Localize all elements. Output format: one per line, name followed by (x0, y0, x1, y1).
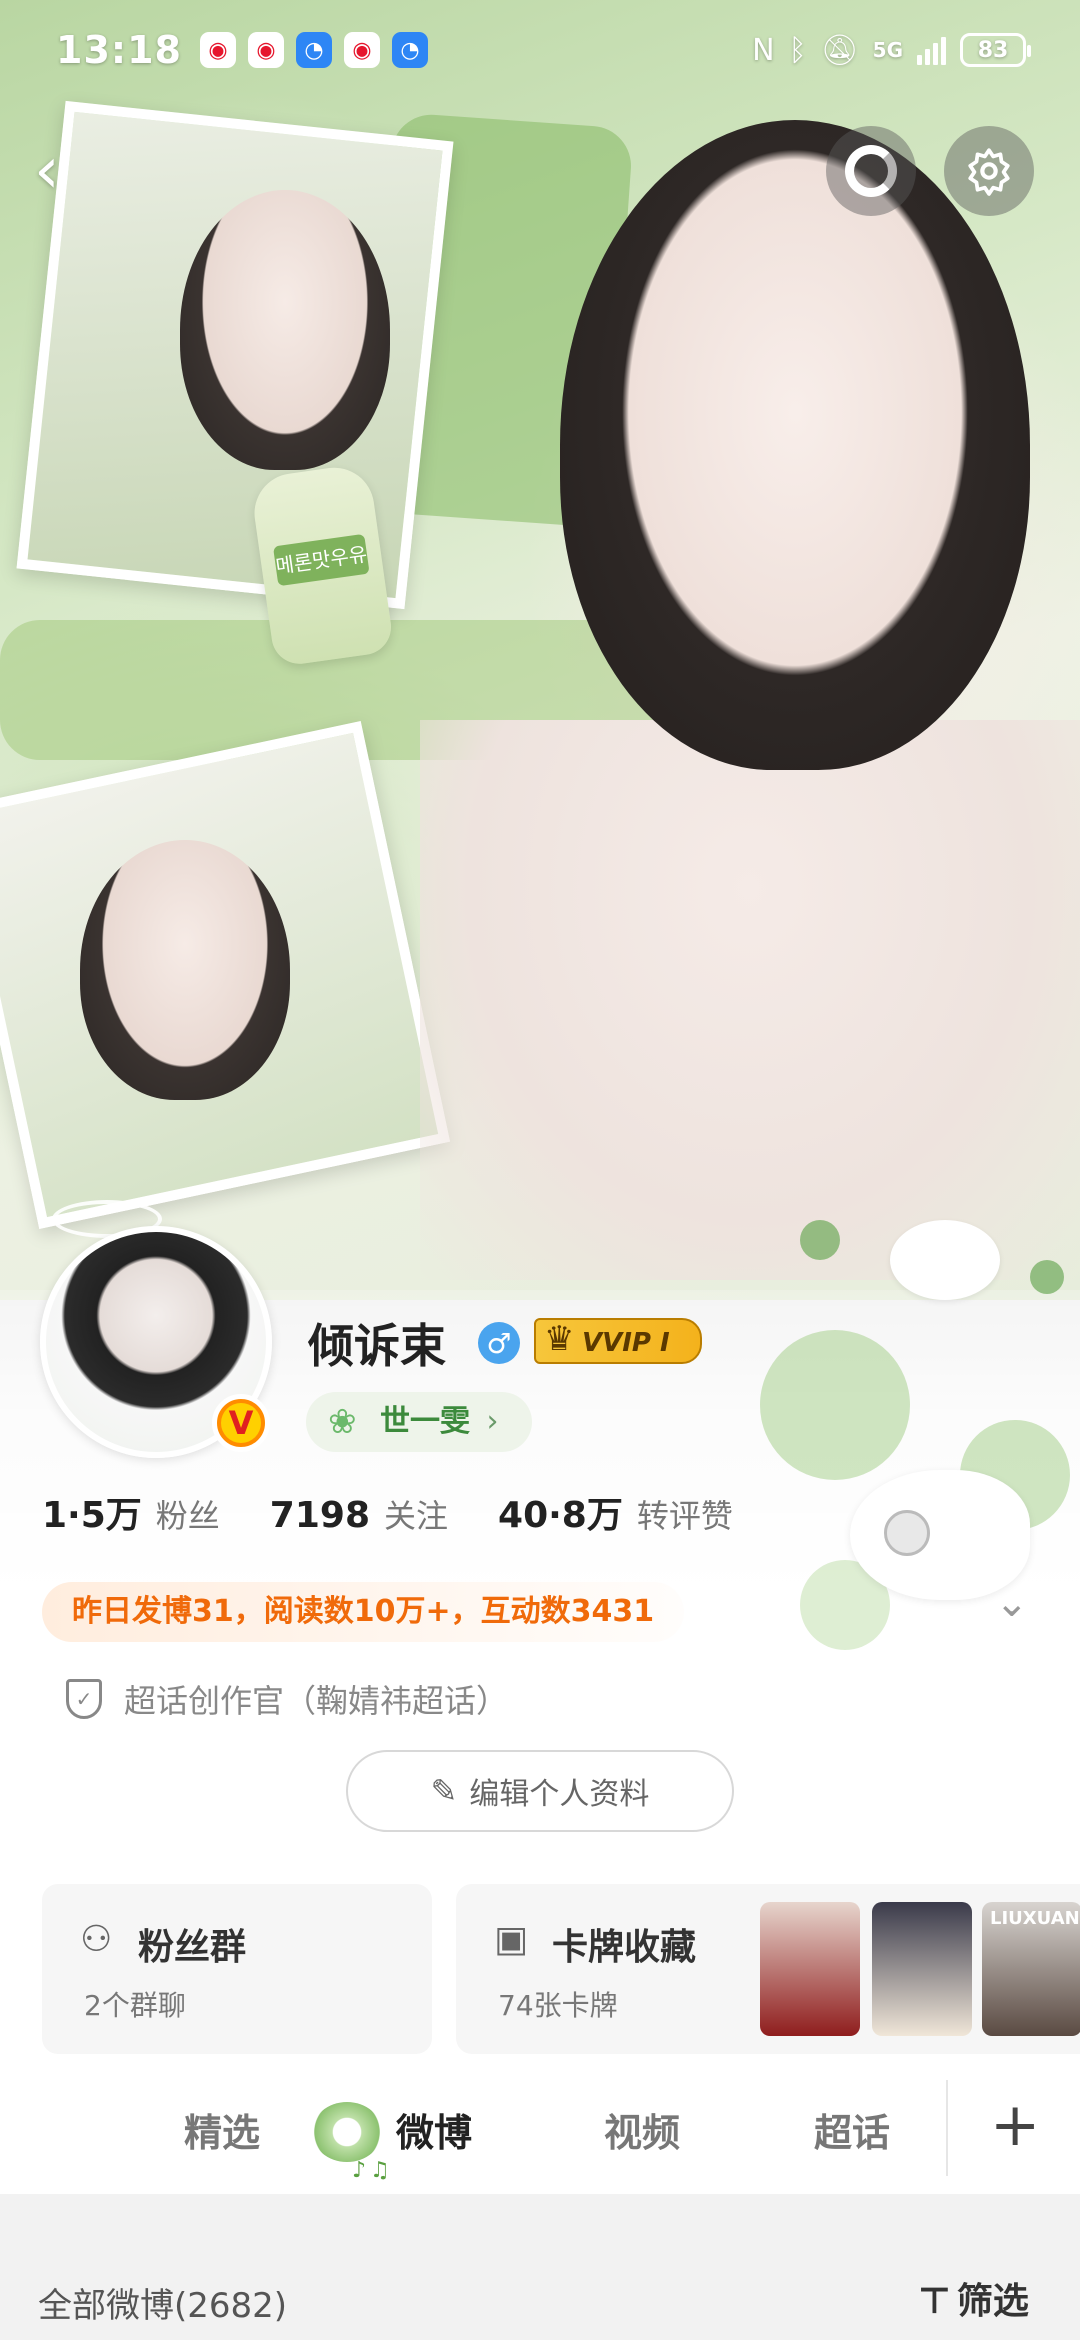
edit-profile-button[interactable]: ✎ 编辑个人资料 (346, 1750, 734, 1832)
main-portrait-photo (560, 120, 1030, 770)
username: 倾诉束 (308, 1319, 446, 1373)
shield-icon: ✓ (66, 1679, 102, 1719)
stat-value: 7198 (269, 1495, 370, 1536)
chevron-left-icon: ‹ (34, 134, 60, 208)
portrait-photo (180, 190, 390, 470)
member-title-pill[interactable]: ❀ 世一雯 › (306, 1392, 533, 1452)
filter-label: 筛选 (956, 2281, 1029, 2322)
edit-profile-label: 编辑个人资料 (469, 1777, 650, 1812)
pencil-icon: ✎ (430, 1772, 458, 1810)
stat-following[interactable]: 7198 关注 (270, 1491, 448, 1537)
filter-button[interactable]: ⊤ 筛选 (918, 2272, 1029, 2324)
weibo-icon: ◉ (199, 32, 236, 68)
vvip-badge[interactable]: VVIP I (534, 1316, 702, 1364)
add-tab-button[interactable]: + (990, 2090, 1040, 2160)
story-ring-icon (845, 145, 897, 197)
card-title: 卡牌收藏 (552, 1927, 697, 1968)
portrait-shoulders (420, 720, 1080, 1280)
collection-card-thumbnail[interactable] (760, 1902, 860, 2036)
stat-value: 40·8万 (498, 1495, 623, 1536)
clover-decoration (1030, 1260, 1064, 1294)
card-icon: ▣ (494, 1919, 529, 1960)
status-bar: 13:18 ◉ ◉ ◔ ◉ ◔ N ᛒ 🔕︎ 5G 83 (0, 0, 1080, 100)
5g-icon: 5G (872, 38, 903, 62)
tab-divider (946, 2080, 948, 2176)
chevron-down-icon[interactable]: ⌄ (995, 1580, 1029, 1626)
collection-card-thumbnail[interactable] (872, 1902, 972, 2036)
thumbnail-text: LIUXUAN (990, 1908, 1080, 1929)
music-note-decoration: ♪♫ (352, 2158, 394, 2183)
clover-decoration (760, 1330, 910, 1480)
stat-interactions[interactable]: 40·8万 转评赞 (498, 1486, 733, 1538)
stat-label: 粉丝 (155, 1497, 220, 1535)
back-button[interactable]: ‹ (34, 136, 104, 206)
app-icon: ◔ (295, 32, 332, 68)
verified-badge[interactable]: V (212, 1394, 270, 1452)
member-title: 世一雯 (380, 1404, 470, 1439)
clover-sticker-icon (312, 2102, 382, 2162)
status-time: 13:18 (56, 28, 182, 72)
bottle-label: 메론맛우유 (272, 533, 370, 587)
collection-card-thumbnail[interactable]: LIUXUAN (982, 1902, 1080, 2036)
battery-icon: 83 (960, 33, 1031, 67)
tab-weibo[interactable]: 微博 (396, 2102, 472, 2157)
tab-supertopic[interactable]: 超话 (814, 2102, 890, 2157)
signal-icon (917, 35, 946, 65)
stat-followers[interactable]: 1·5万 粉丝 (42, 1486, 220, 1538)
supertopic-text: 超话创作官（鞠婧祎超话） (124, 1682, 509, 1720)
filter-icon: ⊤ (918, 2281, 951, 2322)
puppy-sticker (890, 1220, 1000, 1300)
people-icon: ⚇ (80, 1919, 113, 1960)
bluetooth-icon: ᛒ (788, 32, 807, 68)
supertopic-row[interactable]: ✓ 超话创作官（鞠婧祎超话） (66, 1676, 508, 1722)
weibo-icon: ◉ (343, 32, 380, 68)
clover-decoration (800, 1220, 840, 1260)
stats-row: 1·5万 粉丝 7198 关注 40·8万 转评赞 (42, 1486, 783, 1538)
mute-icon: 🔕︎ (820, 32, 859, 68)
settings-button[interactable] (944, 126, 1034, 216)
portrait-photo (80, 840, 290, 1100)
tab-bar (0, 2060, 1080, 2194)
weibo-icon: ◉ (247, 32, 284, 68)
tab-featured[interactable]: 精选 (184, 2102, 260, 2157)
card-title: 粉丝群 (138, 1927, 247, 1968)
stat-label: 转评赞 (636, 1497, 733, 1535)
activity-banner[interactable]: 昨日发博31，阅读数10万+，互动数3431 (42, 1582, 685, 1642)
male-icon: ♂ (478, 1322, 520, 1364)
all-posts-header[interactable]: 全部微博(2682) (38, 2278, 287, 2327)
fans-group-card[interactable]: ⚇ 粉丝群 2个群聊 (42, 1884, 432, 2054)
story-button[interactable] (826, 126, 916, 216)
stat-label: 关注 (384, 1497, 449, 1535)
cover-photo[interactable]: 메론맛우유 (0, 0, 1080, 1300)
card-subtitle: 74张卡牌 (498, 1989, 618, 2022)
card-subtitle: 2个群聊 (84, 1989, 186, 2022)
chevron-right-icon: › (486, 1404, 499, 1439)
gear-icon (968, 148, 1010, 196)
status-right: N ᛒ 🔕︎ 5G 83 (752, 32, 1031, 68)
lotus-icon: ❀ (328, 1402, 357, 1442)
tab-video[interactable]: 视频 (604, 2102, 680, 2157)
app-icon: ◔ (391, 32, 428, 68)
stat-value: 1·5万 (42, 1495, 142, 1536)
nfc-icon: N (752, 32, 775, 68)
